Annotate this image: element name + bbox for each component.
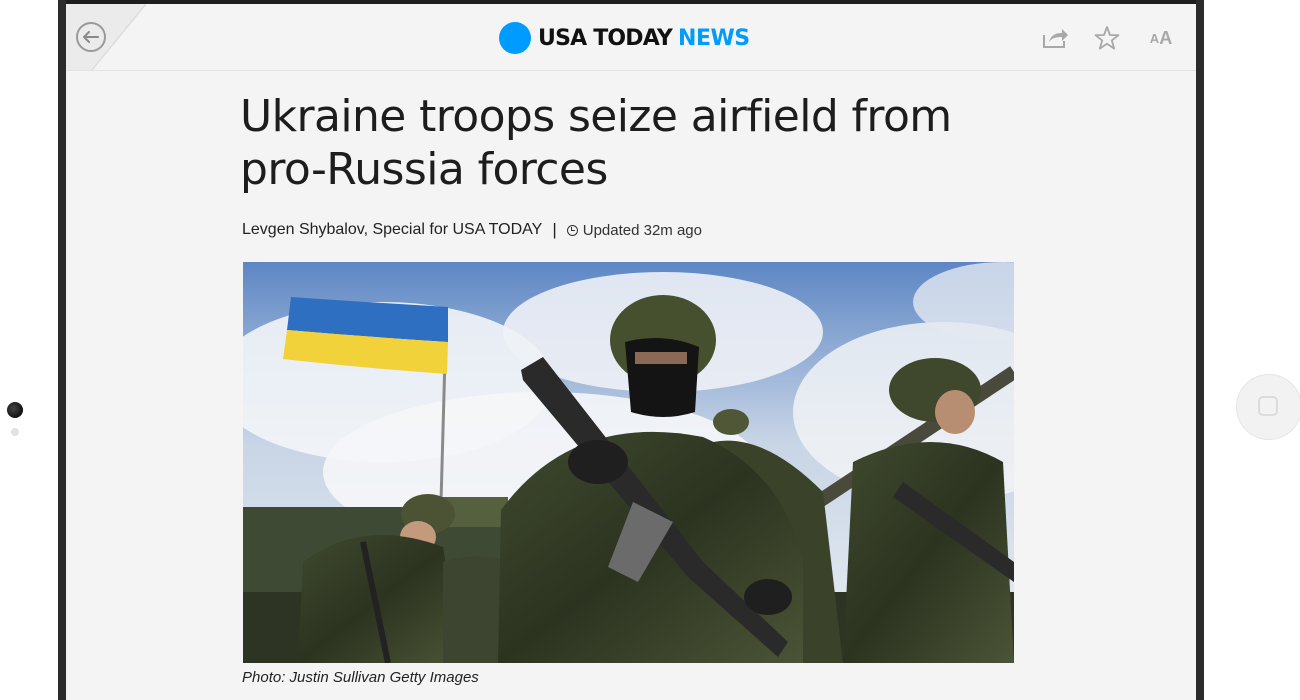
photo-caption: Photo: Justin Sullivan Getty Images [242, 669, 479, 686]
share-icon [1043, 29, 1068, 48]
clock-icon [566, 224, 578, 236]
text-size-button[interactable]: AA [1144, 24, 1178, 52]
article-headline: Ukraine troops seize airfield from pro-R… [240, 91, 952, 195]
device-bezel-right [1196, 0, 1204, 700]
updated-timestamp: Updated 32m ago [582, 221, 702, 239]
text-size-large-label: A [1159, 27, 1173, 48]
brand-section: NEWS [678, 25, 750, 51]
home-square-icon [1258, 396, 1278, 416]
ambient-sensor [11, 428, 19, 436]
favorite-button[interactable] [1092, 24, 1122, 52]
brand-logo: USA TODAY NEWS [499, 22, 750, 54]
star-icon [1094, 26, 1120, 50]
brand-name: USA TODAY [538, 25, 673, 51]
brand-dot-icon [499, 22, 531, 54]
top-toolbar: USA TODAY NEWS AA [66, 4, 1196, 71]
byline-separator: | [552, 220, 557, 239]
device-bezel-left [58, 0, 66, 700]
article-photo[interactable] [243, 262, 1014, 663]
article-byline: Levgen Shybalov, Special for USA TODAY |… [242, 220, 702, 240]
back-arrow-icon [83, 31, 99, 43]
share-button[interactable] [1041, 24, 1071, 52]
text-size-small-label: A [1149, 30, 1160, 46]
front-camera [7, 402, 23, 418]
back-button[interactable] [76, 22, 106, 52]
app-screen: USA TODAY NEWS AA Ukraine troops seize a… [66, 4, 1196, 700]
home-button[interactable] [1236, 374, 1300, 440]
author-credit: Levgen Shybalov, Special for USA TODAY [242, 221, 543, 238]
